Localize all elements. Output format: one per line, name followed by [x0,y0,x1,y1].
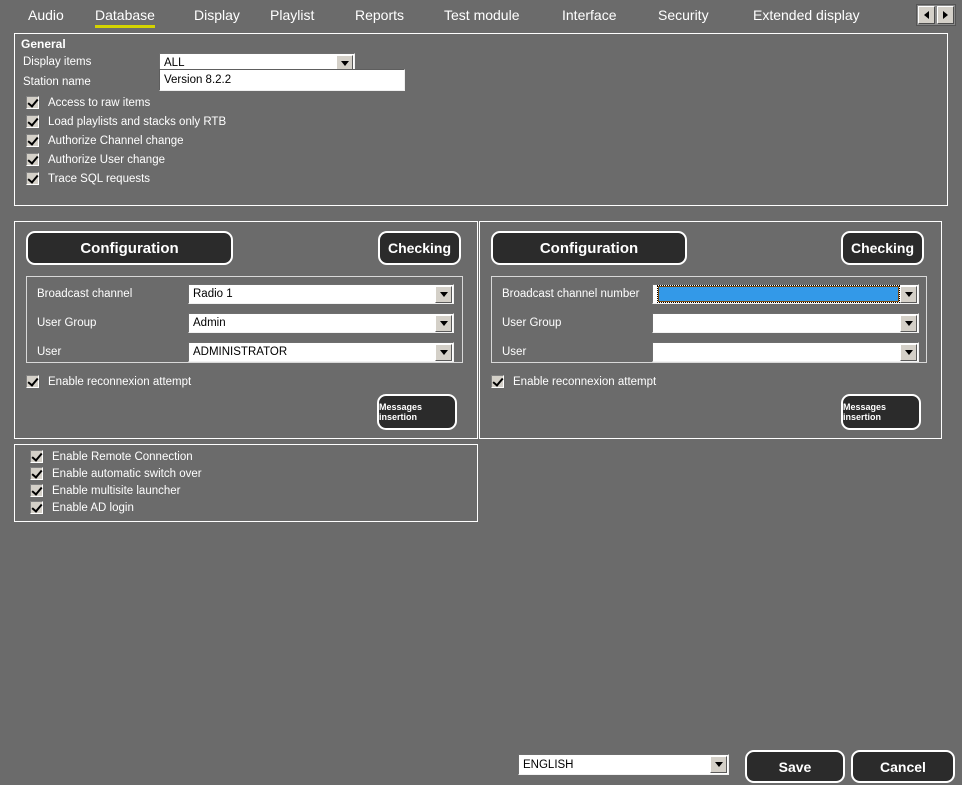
checkbox-authorize-user-change[interactable]: Authorize User change [26,153,165,166]
checkbox-label: Enable AD login [52,501,134,514]
checkbox-icon[interactable] [26,375,39,388]
checkbox-label: Enable reconnexion attempt [48,375,192,388]
left-messages-insertion-button[interactable]: Messages insertion [377,394,457,430]
checkbox-label: Enable Remote Connection [52,450,193,463]
tab-scroll-next-button[interactable] [937,6,954,24]
display-items-value: ALL [164,57,185,69]
checkbox-icon[interactable] [30,450,43,463]
chevron-down-icon[interactable] [435,314,452,332]
checkbox-icon[interactable] [491,375,504,388]
checkbox-icon[interactable] [26,96,39,109]
chevron-down-icon[interactable] [710,756,727,773]
arrow-right-icon [943,11,948,19]
tab-database[interactable]: Database [95,7,155,28]
right-user-group-select[interactable] [652,313,919,333]
chevron-down-icon[interactable] [435,343,452,361]
checkbox-enable-multisite-launcher[interactable]: Enable multisite launcher [30,484,181,497]
left-user-label: User [37,346,62,358]
checkbox-icon[interactable] [30,467,43,480]
checkbox-label: Access to raw items [48,96,151,109]
checkbox-icon[interactable] [26,153,39,166]
chevron-down-icon[interactable] [900,343,917,361]
checkbox-label: Enable reconnexion attempt [513,375,657,388]
right-checkbox-enable-reconnexion[interactable]: Enable reconnexion attempt [491,375,656,388]
save-button[interactable]: Save [745,750,845,783]
right-configuration-button[interactable]: Configuration [491,231,687,265]
right-configuration-panel: Configuration Checking Broadcast channel… [479,221,942,439]
checkbox-enable-automatic-switch-over[interactable]: Enable automatic switch over [30,467,202,480]
right-user-label: User [502,346,527,358]
right-messages-insertion-button[interactable]: Messages insertion [841,394,921,430]
chevron-down-icon[interactable] [900,314,917,332]
checkbox-icon[interactable] [30,501,43,514]
arrow-left-icon [924,11,929,19]
chevron-down-icon[interactable] [435,285,452,303]
station-name-label: Station name [23,76,91,88]
chevron-down-icon[interactable] [900,285,917,303]
display-items-label: Display items [23,56,92,68]
station-name-input[interactable]: Version 8.2.2 [159,69,405,91]
checkbox-enable-remote-connection[interactable]: Enable Remote Connection [30,450,193,463]
checkbox-label: Load playlists and stacks only RTB [48,115,227,128]
checkbox-label: Enable multisite launcher [52,484,181,497]
tab-bar: Audio Database Display Playlist Reports … [0,0,962,31]
tab-extended-display[interactable]: Extended display [753,7,860,25]
checkbox-label: Trace SQL requests [48,172,151,185]
checkbox-icon[interactable] [26,115,39,128]
checkbox-enable-ad-login[interactable]: Enable AD login [30,501,134,514]
checkbox-icon[interactable] [26,172,39,185]
tab-display[interactable]: Display [194,7,240,25]
left-broadcast-channel-label: Broadcast channel [37,288,133,300]
left-checking-button[interactable]: Checking [378,231,461,265]
station-name-value: Version 8.2.2 [164,74,232,86]
checkbox-authorize-channel-change[interactable]: Authorize Channel change [26,134,184,147]
right-user-select[interactable] [652,342,919,362]
right-broadcast-channel-number-label: Broadcast channel number [502,288,640,300]
right-broadcast-channel-number-select[interactable] [652,284,919,304]
checkbox-label: Authorize Channel change [48,134,184,147]
checkbox-access-raw-items[interactable]: Access to raw items [26,96,150,109]
left-user-group-label: User Group [37,317,97,329]
tab-security[interactable]: Security [658,7,709,25]
tab-scroll-buttons [916,4,956,26]
left-user-group-value: Admin [193,317,226,329]
left-checkbox-enable-reconnexion[interactable]: Enable reconnexion attempt [26,375,191,388]
right-fields-frame: Broadcast channel number User Group User [491,276,927,363]
tab-interface[interactable]: Interface [562,7,616,25]
checkbox-trace-sql-requests[interactable]: Trace SQL requests [26,172,150,185]
right-user-group-label: User Group [502,317,562,329]
left-broadcast-channel-select[interactable]: Radio 1 [188,284,454,304]
left-user-group-select[interactable]: Admin [188,313,454,333]
tab-test-module[interactable]: Test module [444,7,519,25]
language-select[interactable]: ENGLISH [518,754,729,775]
right-checking-button[interactable]: Checking [841,231,924,265]
right-broadcast-channel-number-value [657,285,900,303]
checkbox-load-playlists-rtb[interactable]: Load playlists and stacks only RTB [26,115,226,128]
checkbox-icon[interactable] [26,134,39,147]
general-panel-title: General [21,37,66,51]
checkbox-label: Enable automatic switch over [52,467,202,480]
left-configuration-panel: Configuration Checking Broadcast channel… [14,221,478,439]
options-panel: Enable Remote Connection Enable automati… [14,444,478,522]
tab-playlist[interactable]: Playlist [270,7,314,25]
tab-reports[interactable]: Reports [355,7,404,25]
language-value: ENGLISH [523,758,574,771]
general-panel: General Display items ALL Station name V… [14,33,948,206]
tab-scroll-prev-button[interactable] [918,6,935,24]
cancel-button[interactable]: Cancel [851,750,955,783]
checkbox-icon[interactable] [30,484,43,497]
tab-audio[interactable]: Audio [28,7,64,25]
left-fields-frame: Broadcast channel Radio 1 User Group Adm… [26,276,463,363]
left-broadcast-channel-value: Radio 1 [193,288,233,300]
left-configuration-button[interactable]: Configuration [26,231,233,265]
left-user-select[interactable]: ADMINISTRATOR [188,342,454,362]
checkbox-label: Authorize User change [48,153,165,166]
left-user-value: ADMINISTRATOR [193,346,288,358]
